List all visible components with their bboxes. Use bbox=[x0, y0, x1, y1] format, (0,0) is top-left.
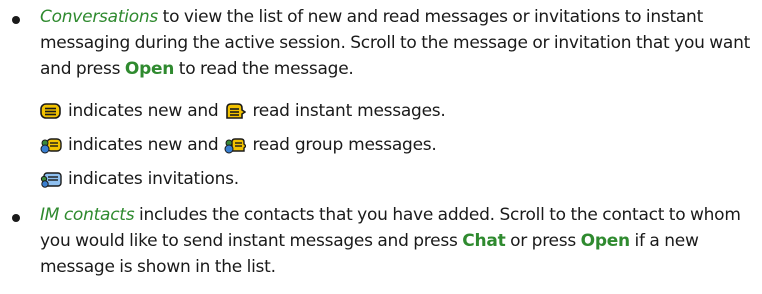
bullet-dot bbox=[12, 16, 20, 24]
legend-group-messages: indicates new and read group messages. bbox=[40, 133, 437, 157]
legend-text: indicates invitations. bbox=[68, 169, 239, 189]
read-group-message-icon bbox=[224, 138, 247, 154]
legend-text: read group messages. bbox=[252, 135, 437, 155]
chat-key-label: Chat bbox=[462, 231, 506, 251]
bullet-dot bbox=[12, 214, 20, 222]
im-contacts-text-mid: or press bbox=[505, 231, 581, 251]
im-contacts-paragraph: IM contacts includes the contacts that y… bbox=[40, 202, 752, 280]
conversations-text-end: to read the message. bbox=[174, 59, 354, 79]
new-instant-message-icon bbox=[40, 103, 61, 119]
invitation-icon bbox=[40, 172, 62, 188]
conversations-paragraph: Conversations to view the list of new an… bbox=[40, 4, 752, 82]
open-key-label: Open bbox=[124, 59, 175, 79]
conversations-term: Conversations bbox=[40, 7, 158, 27]
im-contacts-term: IM contacts bbox=[40, 205, 135, 225]
legend-instant-messages: indicates new and read instant messages. bbox=[40, 99, 446, 123]
legend-text: indicates new and bbox=[68, 135, 219, 155]
read-instant-message-icon bbox=[226, 103, 247, 119]
open-key-label: Open bbox=[580, 231, 631, 251]
new-group-message-icon bbox=[40, 138, 62, 154]
legend-text: indicates new and bbox=[68, 101, 219, 121]
legend-text: read instant messages. bbox=[252, 101, 446, 121]
legend-invitations: indicates invitations. bbox=[40, 167, 239, 191]
